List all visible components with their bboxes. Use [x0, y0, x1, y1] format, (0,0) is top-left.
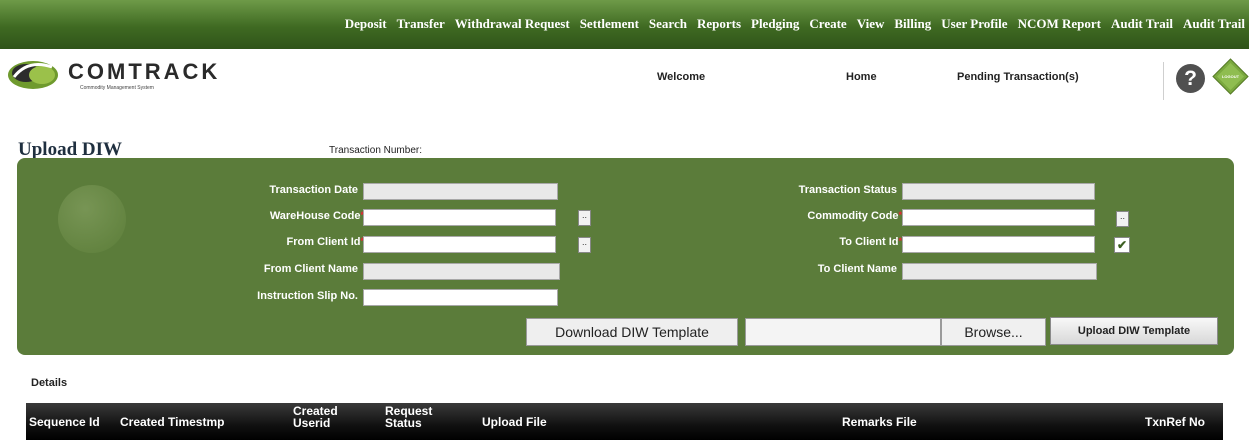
logout-icon[interactable]: LOGOUT: [1212, 58, 1249, 95]
comtrack-logo: COMTRACK Commodity Management System: [6, 55, 236, 95]
help-icon[interactable]: ?: [1176, 64, 1205, 93]
logo-text: COMTRACK: [68, 59, 221, 84]
decorative-bubble: [58, 185, 126, 253]
from-client-id-label: From Client Id*: [287, 236, 364, 248]
column-request-status[interactable]: Request Status: [385, 405, 447, 429]
to-client-name-field[interactable]: [902, 263, 1097, 280]
download-diw-template-button[interactable]: Download DIW Template: [526, 318, 738, 346]
nav-item-reports[interactable]: Reports: [697, 16, 741, 32]
warehouse-code-lookup-button[interactable]: ..: [578, 210, 591, 226]
nav-item-search[interactable]: Search: [649, 16, 687, 32]
top-nav-menu: Deposit Transfer Withdrawal Request Sett…: [335, 16, 1245, 32]
instruction-slip-field[interactable]: [363, 289, 558, 306]
logo-mark-icon: [8, 61, 58, 89]
commodity-code-field[interactable]: [902, 209, 1095, 226]
nav-item-transfer[interactable]: Transfer: [397, 16, 445, 32]
nav-item-create[interactable]: Create: [809, 16, 846, 32]
nav-item-billing[interactable]: Billing: [894, 16, 931, 32]
nav-item-deposit[interactable]: Deposit: [345, 16, 387, 32]
column-created-timestamp[interactable]: Created Timestmp: [120, 416, 224, 428]
home-link[interactable]: Home: [846, 71, 877, 83]
from-client-name-field[interactable]: [363, 263, 560, 280]
transaction-date-label: Transaction Date: [269, 184, 358, 196]
column-txnref-no[interactable]: TxnRef No: [1145, 416, 1205, 428]
warehouse-code-field[interactable]: [363, 209, 556, 226]
instruction-slip-label: Instruction Slip No.: [257, 290, 358, 302]
nav-item-audit-trail-2[interactable]: Audit Trail: [1183, 16, 1245, 32]
nav-item-withdrawal-request[interactable]: Withdrawal Request: [455, 16, 570, 32]
to-client-id-label: To Client Id*: [839, 236, 902, 248]
browse-button[interactable]: Browse...: [941, 318, 1046, 346]
warehouse-code-label: WareHouse Code*: [270, 210, 364, 222]
nav-item-user-profile[interactable]: User Profile: [941, 16, 1007, 32]
column-sequence-id[interactable]: Sequence Id: [29, 416, 100, 428]
nav-item-settlement[interactable]: Settlement: [580, 16, 639, 32]
column-remarks-file[interactable]: Remarks File: [842, 416, 917, 428]
transaction-number-label: Transaction Number:: [329, 145, 422, 156]
commodity-code-label: Commodity Code*: [807, 210, 902, 222]
transaction-status-field[interactable]: [902, 183, 1095, 200]
nav-item-ncom-report[interactable]: NCOM Report: [1018, 16, 1101, 32]
logo-tagline: Commodity Management System: [80, 85, 154, 91]
nav-item-audit-trail[interactable]: Audit Trail: [1111, 16, 1173, 32]
from-client-id-lookup-button[interactable]: ..: [578, 237, 591, 253]
to-client-id-checkbox[interactable]: ✔: [1114, 237, 1130, 253]
pending-transactions-link[interactable]: Pending Transaction(s): [957, 71, 1079, 83]
top-nav-bar: Deposit Transfer Withdrawal Request Sett…: [0, 0, 1249, 49]
to-client-id-field[interactable]: [902, 236, 1095, 253]
column-upload-file[interactable]: Upload File: [482, 416, 547, 428]
details-heading: Details: [31, 377, 68, 389]
from-client-id-field[interactable]: [363, 236, 556, 253]
upload-file-path-input[interactable]: [745, 318, 941, 346]
from-client-name-label: From Client Name: [263, 263, 358, 275]
commodity-code-lookup-button[interactable]: ..: [1116, 211, 1129, 227]
to-client-name-label: To Client Name: [817, 263, 897, 275]
upload-diw-template-button[interactable]: Upload DIW Template: [1050, 317, 1218, 345]
column-created-userid[interactable]: Created Userid: [293, 405, 357, 429]
nav-item-view[interactable]: View: [857, 16, 885, 32]
welcome-label: Welcome: [657, 71, 706, 83]
header-divider: [1163, 62, 1164, 100]
details-table-header: Sequence Id Created Timestmp Created Use…: [26, 403, 1223, 440]
logout-label: LOGOUT: [1222, 74, 1240, 79]
transaction-status-label: Transaction Status: [798, 184, 897, 196]
nav-item-pledging[interactable]: Pledging: [751, 16, 799, 32]
transaction-date-field[interactable]: [363, 183, 558, 200]
